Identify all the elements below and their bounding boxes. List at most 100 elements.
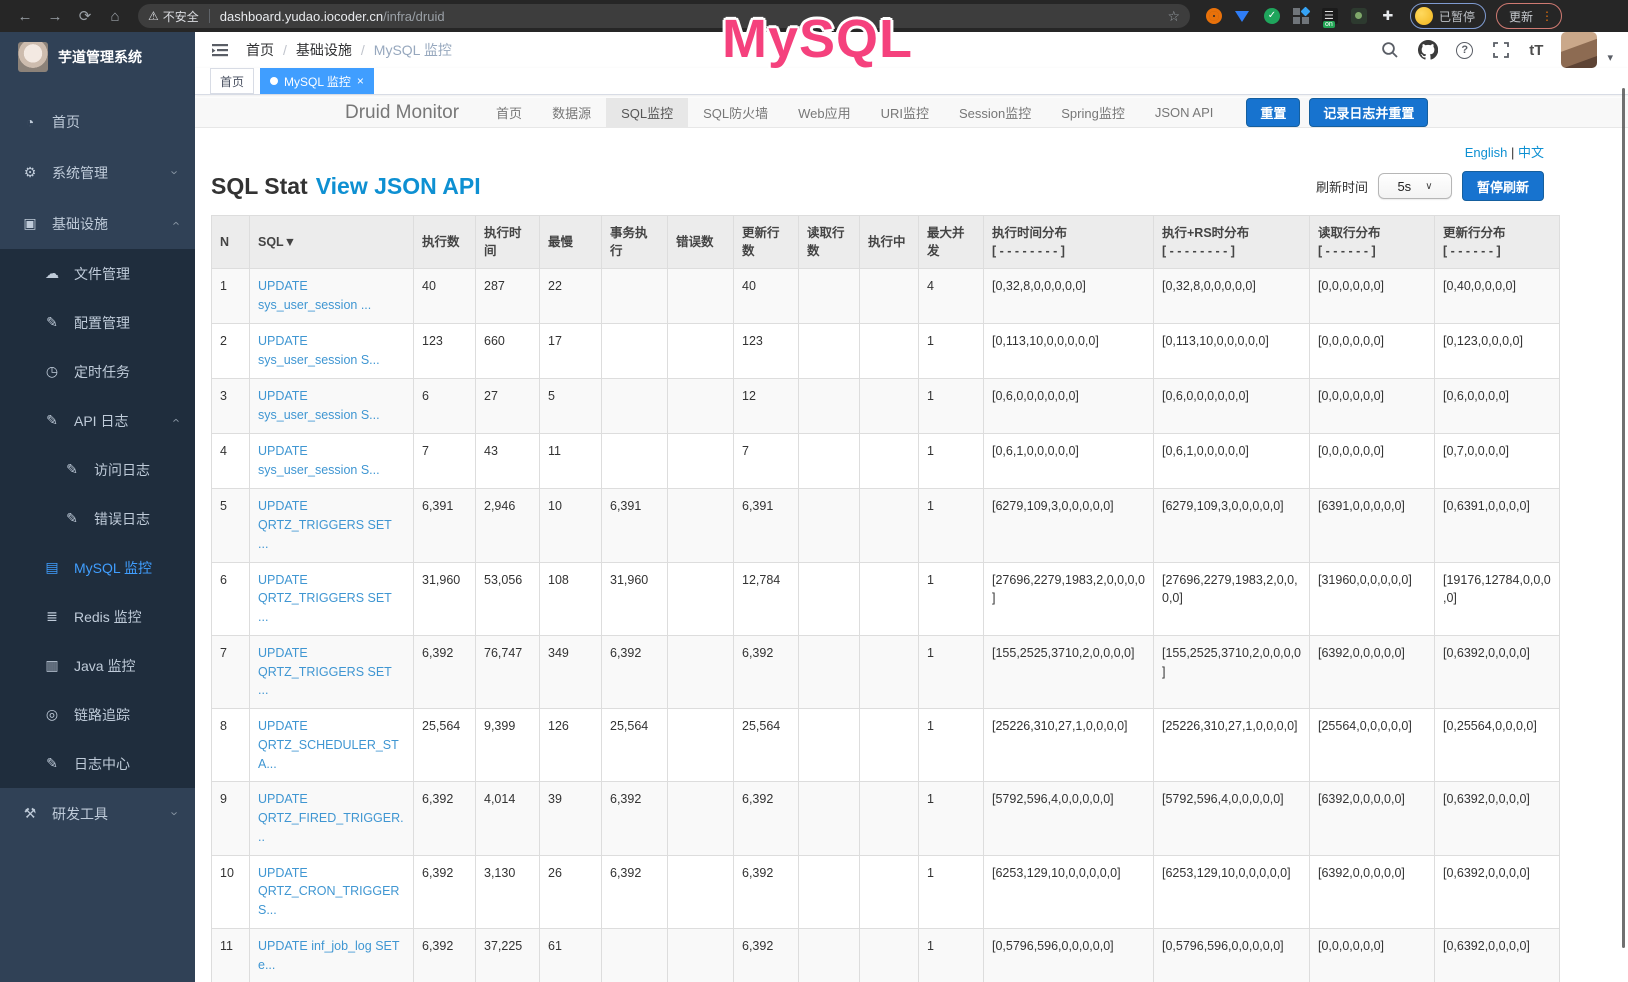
address-bar[interactable]: ⚠ 不安全 dashboard.yudao.iocoder.cn/infra/d… (138, 4, 1190, 28)
browser-home-icon[interactable]: ⌂ (100, 8, 130, 25)
column-header[interactable]: N (212, 216, 250, 269)
bookmark-star-icon[interactable]: ☆ (1167, 8, 1180, 25)
insecure-label[interactable]: 不安全 (163, 8, 199, 25)
sql-link[interactable]: UPDATE sys_user_session S... (258, 334, 380, 367)
log-and-reset-button[interactable]: 记录日志并重置 (1309, 98, 1428, 127)
browser-back-icon[interactable]: ← (10, 8, 40, 25)
column-header[interactable]: 执行数 (414, 216, 476, 269)
sql-link[interactable]: UPDATE QRTZ_TRIGGERS SET ... (258, 646, 392, 698)
app-logo-row[interactable]: 芋道管理系统 (0, 32, 195, 82)
help-icon[interactable]: ? (1456, 42, 1473, 59)
sidebar-item-infrastructure[interactable]: ▣基础设施› (0, 198, 195, 249)
druid-tab-5[interactable]: Web应用 (783, 98, 866, 127)
browser-forward-icon[interactable]: → (40, 8, 70, 25)
sql-link[interactable]: UPDATE sys_user_session S... (258, 444, 380, 477)
extensions-puzzle-icon[interactable]: ✚ (1380, 8, 1396, 24)
breadcrumb-item[interactable]: 基础设施 (296, 40, 352, 60)
user-avatar[interactable] (1561, 32, 1597, 68)
view-tag[interactable]: MySQL 监控× (260, 68, 374, 94)
column-header[interactable]: 读取行分布[ - - - - - - ] (1310, 216, 1435, 269)
extension-orange-ring-icon[interactable] (1206, 8, 1222, 24)
fullscreen-icon[interactable] (1491, 40, 1511, 60)
column-header[interactable]: 执行中 (860, 216, 919, 269)
druid-tab-3[interactable]: SQL监控 (606, 98, 688, 127)
tag-close-icon[interactable]: × (357, 74, 364, 88)
extension-green-check-icon[interactable]: ✓ (1264, 8, 1280, 24)
search-icon[interactable] (1380, 40, 1400, 60)
page-scrollbar[interactable] (1622, 88, 1625, 948)
refresh-interval-select[interactable]: 5s ∨ (1378, 173, 1452, 199)
avatar-caret-icon[interactable]: ▾ (1607, 51, 1613, 64)
sidebar-item-gear[interactable]: ⚙系统管理› (0, 147, 195, 198)
druid-tab-1[interactable]: 首页 (481, 98, 537, 127)
font-size-icon[interactable]: tT (1529, 42, 1543, 59)
sql-link[interactable]: UPDATE QRTZ_SCHEDULER_STA... (258, 719, 399, 771)
druid-tab-9[interactable]: JSON API (1140, 98, 1229, 127)
table-cell (799, 379, 860, 434)
sidebar-item-dashboard[interactable]: ◔首页 (0, 96, 195, 147)
sql-link[interactable]: UPDATE inf_job_log SET e... (258, 939, 399, 972)
sidebar-item-redis-monitor[interactable]: ≣Redis 监控 (0, 592, 195, 641)
sql-link[interactable]: UPDATE sys_user_session S... (258, 389, 380, 422)
column-header[interactable]: 更新行数 (734, 216, 799, 269)
extension-blocks-icon[interactable] (1293, 8, 1309, 24)
sql-link[interactable]: UPDATE QRTZ_CRON_TRIGGERS... (258, 866, 399, 918)
sql-link[interactable]: UPDATE QRTZ_TRIGGERS SET ... (258, 499, 392, 551)
column-header[interactable]: 最慢 (540, 216, 602, 269)
extension-list-icon[interactable]: on (1322, 8, 1338, 24)
hamburger-icon[interactable] (210, 40, 230, 60)
sidebar-item-error-log[interactable]: ✎错误日志 (0, 494, 195, 543)
column-header[interactable]: 错误数 (668, 216, 734, 269)
sidebar-item-label: 系统管理 (52, 163, 108, 183)
column-header[interactable]: 更新行分布[ - - - - - - ] (1435, 216, 1560, 269)
column-header[interactable]: SQL▼ (250, 216, 414, 269)
druid-tab-2[interactable]: 数据源 (537, 98, 606, 127)
sidebar-item-api-log[interactable]: ✎API 日志› (0, 396, 195, 445)
extension-blue-gem-icon[interactable] (1235, 8, 1251, 24)
sidebar-item-access-log[interactable]: ✎访问日志 (0, 445, 195, 494)
extension-dark-icon[interactable] (1351, 8, 1367, 24)
sql-link[interactable]: UPDATE QRTZ_TRIGGERS SET ... (258, 573, 392, 625)
sql-link[interactable]: UPDATE sys_user_session ... (258, 279, 371, 312)
table-cell: 43 (476, 434, 540, 489)
sidebar-item-timer[interactable]: ◷定时任务 (0, 347, 195, 396)
sidebar-item-config-edit[interactable]: ✎配置管理 (0, 298, 195, 347)
sidebar-item-cloud-upload[interactable]: ☁文件管理 (0, 249, 195, 298)
column-header[interactable]: 读取行数 (799, 216, 860, 269)
sql-link[interactable]: UPDATE QRTZ_FIRED_TRIGGER... (258, 792, 404, 844)
browser-reload-icon[interactable]: ⟳ (70, 7, 100, 25)
druid-brand[interactable]: Druid Monitor (345, 102, 459, 124)
table-cell: 1 (212, 269, 250, 324)
lang-english-link[interactable]: English (1465, 145, 1508, 160)
browser-profile-button[interactable]: 已暂停 (1410, 3, 1486, 29)
druid-tab-8[interactable]: Spring监控 (1046, 98, 1140, 127)
view-json-api-link[interactable]: View JSON API (316, 173, 481, 199)
table-cell: [0,0,0,0,0,0] (1310, 324, 1435, 379)
breadcrumb-item[interactable]: 首页 (246, 40, 274, 60)
browser-update-button[interactable]: 更新 ⋮ (1496, 3, 1562, 29)
browser-menu-dots-icon[interactable]: ⋮ (1541, 9, 1553, 23)
github-icon[interactable] (1418, 40, 1438, 60)
column-header[interactable]: 执行+RS时分布[ - - - - - - - - ] (1154, 216, 1310, 269)
druid-tab-4[interactable]: SQL防火墙 (688, 98, 783, 127)
sidebar-item-trace-eye[interactable]: ◎链路追踪 (0, 690, 195, 739)
view-tag[interactable]: 首页 (210, 68, 254, 94)
sidebar-item-label: 首页 (52, 112, 80, 132)
druid-navbar: Druid Monitor 首页数据源SQL监控SQL防火墙Web应用URI监控… (195, 98, 1628, 128)
sidebar-item-java-monitor[interactable]: ▥Java 监控 (0, 641, 195, 690)
column-header[interactable]: 执行时间 (476, 216, 540, 269)
column-header[interactable]: 事务执行 (602, 216, 668, 269)
sidebar-item-log-center[interactable]: ✎日志中心 (0, 739, 195, 788)
pause-refresh-button[interactable]: 暂停刷新 (1462, 171, 1544, 201)
sidebar-item-dev-tools[interactable]: ⚒研发工具› (0, 788, 195, 839)
lang-chinese-link[interactable]: 中文 (1518, 145, 1544, 160)
page-url[interactable]: dashboard.yudao.iocoder.cn/infra/druid (220, 9, 445, 24)
reset-button[interactable]: 重置 (1246, 98, 1300, 127)
sidebar-item-mysql-monitor[interactable]: ▤MySQL 监控 (0, 543, 195, 592)
druid-tab-7[interactable]: Session监控 (944, 98, 1046, 127)
druid-tab-6[interactable]: URI监控 (866, 98, 944, 127)
column-header[interactable]: 执行时间分布[ - - - - - - - - ] (984, 216, 1154, 269)
column-header[interactable]: 最大并发 (919, 216, 984, 269)
sidebar-item-label: 访问日志 (94, 460, 150, 480)
sidebar-item-label: MySQL 监控 (74, 558, 152, 578)
